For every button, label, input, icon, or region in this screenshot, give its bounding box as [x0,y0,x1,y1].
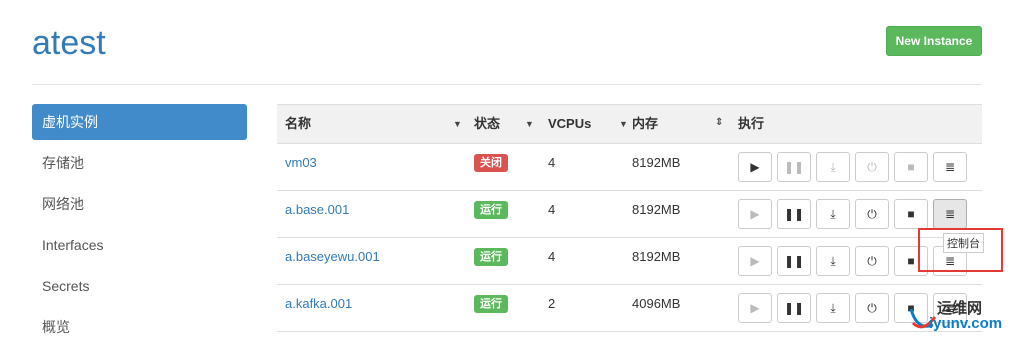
column-header-name[interactable]: 名称 [285,105,311,143]
power-icon: ⏻ [867,206,877,221]
start-button[interactable]: ▶ [738,293,772,323]
pause-button[interactable]: ❚❚ [777,152,811,182]
download-button[interactable]: ⤓ [816,152,850,182]
vcpus-value: 2 [548,296,556,311]
memory-value: 8192MB [632,202,681,217]
header-divider [32,84,982,85]
download-icon: ⤓ [830,159,836,174]
pause-icon: ❚❚ [783,160,805,174]
stop-button[interactable]: ■ [894,199,928,229]
sidebar-item-network-pools[interactable]: 网络池 [32,186,247,222]
table-row: a.baseyewu.001 运行 4 8192MB ▶ ❚❚ ⤓ ⏻ ■ ≣ [277,238,982,285]
sidebar-item-secrets[interactable]: Secrets [32,268,247,304]
power-button[interactable]: ⏻ [855,293,889,323]
sidebar-item-instances[interactable]: 虚机实例 [32,104,247,140]
start-button[interactable]: ▶ [738,152,772,182]
stop-icon: ■ [907,160,915,174]
sidebar-item-overview[interactable]: 概览 [32,309,247,341]
column-header-vcpus[interactable]: VCPUs [548,105,591,143]
status-badge: 关闭 [474,154,508,172]
status-badge: 运行 [474,295,508,313]
start-button[interactable]: ▶ [738,246,772,276]
start-button[interactable]: ▶ [738,199,772,229]
watermark-bottom-text: iyunv.com [929,315,1003,332]
page: atest New Instance 虚机实例 存储池 网络池 Interfac… [0,0,1013,341]
instance-name-link[interactable]: a.baseyewu.001 [285,238,380,284]
play-icon: ▶ [750,301,760,315]
table-row: a.base.001 运行 4 8192MB ▶ ❚❚ ⤓ ⏻ ■ ≣ [277,191,982,238]
status-badge: 运行 [474,248,508,266]
download-icon: ⤓ [830,300,836,315]
download-button[interactable]: ⤓ [816,246,850,276]
sort-caret-name-icon[interactable]: ▼ [453,105,462,143]
pause-icon: ❚❚ [783,254,805,268]
sidebar-item-interfaces[interactable]: Interfaces [32,227,247,263]
stop-icon: ■ [907,207,915,221]
console-button[interactable]: ≣ [933,152,967,182]
power-button[interactable]: ⏻ [855,246,889,276]
memory-value: 8192MB [632,155,681,170]
memory-value: 4096MB [632,296,681,311]
sort-both-memory-icon[interactable]: ⇕ [715,105,723,143]
instance-name-link[interactable]: a.kafka.001 [285,285,352,331]
stop-button[interactable]: ■ [894,152,928,182]
highlight-box [918,228,1003,272]
download-icon: ⤓ [830,206,836,221]
instances-table: 名称 ▼ 状态 ▼ VCPUs ▼ 内存 ⇕ 执行 vm03 关闭 4 8192… [277,104,982,332]
table-row: vm03 关闭 4 8192MB ▶ ❚❚ ⤓ ⏻ ■ ≣ [277,144,982,191]
play-icon: ▶ [750,160,760,174]
sidebar-item-storage-pools[interactable]: 存储池 [32,145,247,181]
power-button[interactable]: ⏻ [855,199,889,229]
play-icon: ▶ [750,207,760,221]
page-title: atest [32,24,106,62]
power-icon: ⏻ [867,253,877,268]
console-icon: ≣ [944,160,956,174]
sidebar: 虚机实例 存储池 网络池 Interfaces Secrets 概览 [32,104,247,341]
watermark: 运维网 iyunv.com [905,293,1013,341]
table-row: a.kafka.001 运行 2 4096MB ▶ ❚❚ ⤓ ⏻ ■ ≣ [277,285,982,332]
column-header-actions: 执行 [738,116,765,131]
download-button[interactable]: ⤓ [816,293,850,323]
new-instance-button[interactable]: New Instance [886,26,982,56]
instance-name-link[interactable]: a.base.001 [285,191,349,237]
status-badge: 运行 [474,201,508,219]
console-icon: ≣ [944,207,956,221]
instance-name-link[interactable]: vm03 [285,144,317,190]
download-button[interactable]: ⤓ [816,199,850,229]
pause-button[interactable]: ❚❚ [777,199,811,229]
play-icon: ▶ [750,254,760,268]
console-button[interactable]: ≣ [933,199,967,229]
sort-caret-vcpus-icon[interactable]: ▼ [619,105,628,143]
pause-button[interactable]: ❚❚ [777,246,811,276]
row-actions: ▶ ❚❚ ⤓ ⏻ ■ ≣ [738,199,967,229]
pause-icon: ❚❚ [783,301,805,315]
vcpus-value: 4 [548,249,556,264]
power-icon: ⏻ [867,300,877,315]
pause-button[interactable]: ❚❚ [777,293,811,323]
vcpus-value: 4 [548,202,556,217]
table-header: 名称 ▼ 状态 ▼ VCPUs ▼ 内存 ⇕ 执行 [277,104,982,144]
pause-icon: ❚❚ [783,207,805,221]
download-icon: ⤓ [830,253,836,268]
stop-icon: ■ [907,254,915,268]
memory-value: 8192MB [632,249,681,264]
sort-caret-status-icon[interactable]: ▼ [525,105,534,143]
vcpus-value: 4 [548,155,556,170]
column-header-status[interactable]: 状态 [474,105,500,143]
row-actions: ▶ ❚❚ ⤓ ⏻ ■ ≣ [738,152,967,182]
power-icon: ⏻ [867,159,877,174]
power-button[interactable]: ⏻ [855,152,889,182]
column-header-memory[interactable]: 内存 [632,105,658,143]
